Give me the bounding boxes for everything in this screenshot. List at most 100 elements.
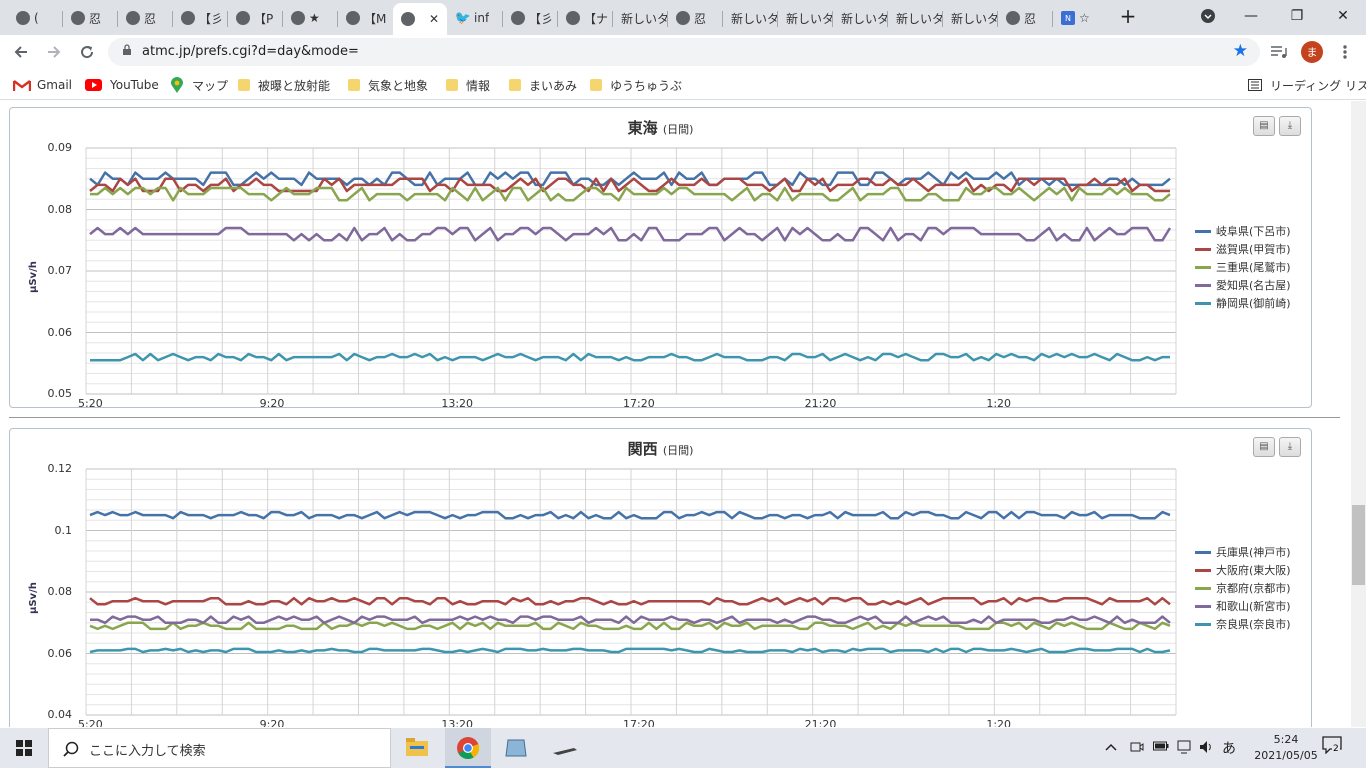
bookmark-label: ゆうちゅうぶ: [610, 78, 683, 93]
browser-tab[interactable]: ★: [283, 5, 337, 31]
legend-item[interactable]: 京都府(京都市): [1195, 579, 1291, 597]
browser-tab[interactable]: 【P: [228, 5, 282, 31]
app-taskbar-button[interactable]: [505, 738, 527, 762]
taskbar-search-box[interactable]: ここに入力して検索: [48, 728, 391, 768]
x-tick-label: 17:20: [623, 397, 655, 410]
ime-indicator[interactable]: あ: [1222, 738, 1236, 758]
minimize-button[interactable]: —: [1228, 0, 1274, 32]
profile-avatar[interactable]: ま: [1301, 41, 1323, 63]
browser-tab[interactable]: 新しいタ: [943, 5, 997, 31]
bookmark-youtube[interactable]: YouTube: [85, 77, 159, 93]
line-chart: [85, 468, 1177, 716]
browser-tab[interactable]: 【彡: [173, 5, 227, 31]
download-button[interactable]: ⤓: [1279, 116, 1301, 136]
browser-tab[interactable]: 新しいタ: [723, 5, 777, 31]
menu-button[interactable]: [1334, 41, 1356, 63]
browser-tab[interactable]: (: [8, 5, 62, 31]
x-tick-label: 21:20: [804, 397, 837, 410]
bookmark-folder[interactable]: 気象と地象: [348, 77, 428, 93]
legend-item[interactable]: 三重県(尾鷲市): [1195, 258, 1291, 276]
browser-tab[interactable]: 新しいタ: [833, 5, 887, 31]
browser-tab[interactable]: N ☆: [1053, 5, 1107, 31]
x-tick-label: 5:20: [78, 718, 103, 727]
vertical-scrollbar[interactable]: [1351, 101, 1366, 727]
legend-item[interactable]: 奈良県(奈良市): [1195, 615, 1291, 633]
network-icon[interactable]: [1177, 740, 1193, 758]
notification-button[interactable]: 2: [1322, 736, 1346, 760]
browser-tab[interactable]: 【M: [338, 5, 392, 31]
tab-search-button[interactable]: [1185, 0, 1231, 32]
back-button[interactable]: [10, 41, 32, 63]
close-window-button[interactable]: ✕: [1320, 0, 1366, 32]
bookmark-folder[interactable]: まいあみ: [509, 77, 577, 93]
youtube-icon: [85, 79, 102, 91]
legend-swatch: [1195, 229, 1211, 233]
start-button[interactable]: [0, 728, 48, 768]
reading-list-button[interactable]: リーディング リスト: [1248, 77, 1366, 93]
show-hidden-icons[interactable]: [1105, 740, 1117, 755]
address-bar[interactable]: atmc.jp/prefs.cgi?d=day&mode= ★: [108, 38, 1260, 66]
close-tab-icon[interactable]: ✕: [429, 12, 439, 26]
legend-item[interactable]: 静岡県(御前崎): [1195, 294, 1291, 312]
tab-title: 新しいタ: [896, 11, 942, 26]
reading-list-label: リーディング リスト: [1270, 78, 1366, 93]
bookmark-folder[interactable]: 情報: [446, 77, 490, 93]
browser-tab[interactable]: 新しいタ: [778, 5, 832, 31]
volume-icon[interactable]: [1199, 740, 1215, 758]
legend-label: 兵庫県(神戸市): [1216, 546, 1291, 559]
divider: [9, 417, 1340, 418]
browser-tab[interactable]: ✕: [393, 3, 447, 35]
legend-swatch: [1195, 568, 1211, 572]
browser-tab[interactable]: 新しいタ: [888, 5, 942, 31]
meet-now-icon[interactable]: [1130, 740, 1144, 758]
app-icon: [505, 739, 527, 757]
browser-tab[interactable]: 忍: [63, 5, 117, 31]
line-chart: [85, 147, 1177, 395]
tab-title: 新しいタ: [731, 11, 777, 26]
legend-item[interactable]: 兵庫県(神戸市): [1195, 543, 1291, 561]
folder-icon: [590, 79, 602, 91]
folder-icon: [446, 79, 458, 91]
legend-item[interactable]: 岐阜県(下呂市): [1195, 222, 1291, 240]
reading-list-icon: [1248, 79, 1262, 91]
chrome-taskbar-button[interactable]: [445, 728, 491, 768]
legend-item[interactable]: 和歌山(新宮市): [1195, 597, 1291, 615]
print-button[interactable]: ▤: [1253, 116, 1275, 136]
search-icon: [63, 741, 79, 757]
bookmark-folder[interactable]: ゆうちゅうぶ: [590, 77, 682, 93]
browser-tab[interactable]: 🐦 inf: [448, 5, 502, 31]
bookmark-gmail[interactable]: Gmail: [13, 77, 72, 93]
series-line: [89, 647, 1171, 654]
browser-tab[interactable]: 【彡: [503, 5, 557, 31]
legend-item[interactable]: 大阪府(東大阪): [1195, 561, 1291, 579]
clock[interactable]: 5:24 2021/05/05: [1254, 732, 1318, 764]
bookmark-maps[interactable]: マップ: [171, 77, 228, 93]
profile-initial: ま: [1306, 46, 1318, 59]
app-taskbar-button[interactable]: [552, 742, 578, 761]
y-tick-label: 0.07: [47, 264, 73, 277]
restore-button[interactable]: ❐: [1274, 0, 1320, 32]
legend-label: 大阪府(東大阪): [1216, 564, 1291, 577]
scrollbar-thumb[interactable]: [1352, 505, 1365, 585]
new-tab-button[interactable]: +: [1106, 0, 1150, 32]
browser-tab[interactable]: 忍: [118, 5, 172, 31]
battery-icon[interactable]: [1153, 740, 1169, 756]
browser-tab[interactable]: 新しいタ: [613, 5, 667, 31]
download-button[interactable]: ⤓: [1279, 437, 1301, 457]
legend-item[interactable]: 愛知県(名古屋): [1195, 276, 1291, 294]
bookmark-star-icon[interactable]: ★: [1233, 41, 1248, 61]
legend-swatch: [1195, 604, 1211, 608]
forward-button[interactable]: [43, 41, 65, 63]
bookmark-folder[interactable]: 被曝と放射能: [238, 77, 330, 93]
reload-button[interactable]: [76, 41, 98, 63]
globe-icon: [676, 11, 690, 25]
media-control-button[interactable]: [1268, 41, 1290, 63]
y-tick-label: 0.08: [47, 585, 73, 598]
browser-tab[interactable]: 忍: [998, 5, 1052, 31]
file-explorer-button[interactable]: [406, 738, 428, 760]
browser-tab[interactable]: 【ナ: [558, 5, 612, 31]
print-button[interactable]: ▤: [1253, 437, 1275, 457]
y-tick-label: 0.06: [47, 325, 73, 339]
legend-item[interactable]: 滋賀県(甲賀市): [1195, 240, 1291, 258]
browser-tab[interactable]: 忍: [668, 5, 722, 31]
